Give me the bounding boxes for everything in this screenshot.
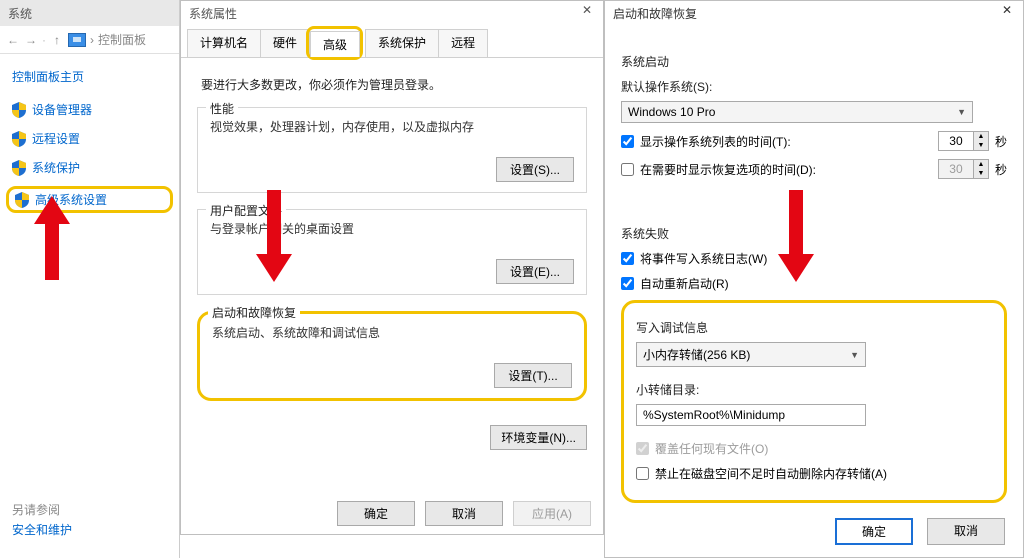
debug-info-label: 写入调试信息 (636, 319, 992, 336)
sidebar-item-remote[interactable]: 远程设置 (12, 130, 167, 147)
show-recovery-label: 在需要时显示恢复选项的时间(D): (640, 161, 932, 178)
show-os-list-label: 显示操作系统列表的时间(T): (640, 133, 932, 150)
dialog-body: 要进行大多数更改，你必须作为管理员登录。 性能 视觉效果，处理器计划，内存使用，… (181, 58, 603, 425)
up-icon[interactable]: ↑ (50, 33, 64, 47)
seconds-label: 秒 (995, 133, 1007, 150)
select-value: 小内存转储(256 KB) (643, 346, 750, 363)
dialog-title: 启动和故障恢复 (605, 1, 1023, 25)
spinner-up-icon: ▲ (974, 160, 988, 169)
startup-recovery-dialog: 启动和故障恢复 ✕ 系统启动 默认操作系统(S): Windows 10 Pro… (604, 0, 1024, 558)
forward-icon[interactable]: → (24, 33, 38, 47)
auto-restart-label: 自动重新启动(R) (640, 275, 729, 292)
dialog-title: 系统属性 (181, 1, 603, 25)
recovery-time-spinner: ▲▼ (938, 159, 989, 179)
tab-computer-name[interactable]: 计算机名 (187, 29, 261, 57)
cancel-button[interactable]: 取消 (927, 518, 1005, 545)
spinner-down-icon[interactable]: ▼ (974, 141, 988, 150)
control-panel-home-link[interactable]: 控制面板主页 (12, 68, 167, 85)
sidebar-item-protection[interactable]: 系统保护 (12, 159, 167, 176)
sidebar-label: 系统保护 (32, 159, 80, 176)
disable-auto-del-checkbox[interactable] (636, 467, 649, 480)
spinner-down-icon: ▼ (974, 169, 988, 178)
annotation-arrow-down (778, 190, 814, 285)
write-event-checkbox[interactable] (621, 252, 634, 265)
spinner-up-icon[interactable]: ▲ (974, 132, 988, 141)
tab-hardware[interactable]: 硬件 (260, 29, 310, 57)
group-desc: 视觉效果，处理器计划，内存使用，以及虚拟内存 (210, 118, 574, 135)
see-also-label: 另请参阅 (12, 501, 60, 518)
dialog-footer: 确定 取消 应用(A) (337, 501, 591, 526)
dialog-footer: 确定 取消 (835, 518, 1005, 545)
tab-protection[interactable]: 系统保护 (365, 29, 439, 57)
highlight-advanced: 高级系统设置 (6, 186, 173, 213)
shield-icon (12, 160, 26, 176)
select-value: Windows 10 Pro (628, 105, 715, 119)
system-window: 系统 ← → · ↑ › 控制面板 控制面板主页 设备管理器 远程设置 系统保护… (0, 0, 180, 558)
title-text: 系统 (8, 5, 32, 22)
close-icon[interactable]: ✕ (577, 3, 597, 21)
settings-startup-button[interactable]: 设置(T)... (494, 363, 572, 388)
security-maintenance-link[interactable]: 安全和维护 (12, 521, 72, 538)
highlight-tab-advanced: 高级 (306, 26, 363, 60)
os-list-time-spinner[interactable]: ▲▼ (938, 131, 989, 151)
show-os-list-checkbox[interactable] (621, 135, 634, 148)
dump-dir-input[interactable] (636, 404, 866, 426)
apply-button: 应用(A) (513, 501, 591, 526)
group-debug-info: 写入调试信息 小内存转储(256 KB) ▼ 小转储目录: 覆盖任何现有文件(O… (621, 300, 1007, 503)
shield-icon (15, 192, 29, 208)
tab-advanced[interactable]: 高级 (310, 31, 360, 57)
group-startup-recovery: 启动和故障恢复 系统启动、系统故障和调试信息 设置(T)... (197, 311, 587, 401)
window-title: 系统 (0, 0, 179, 26)
ok-button[interactable]: 确定 (835, 518, 913, 545)
debug-info-select[interactable]: 小内存转储(256 KB) ▼ (636, 342, 866, 367)
nav-bar: ← → · ↑ › 控制面板 (0, 26, 179, 54)
group-desc: 系统启动、系统故障和调试信息 (212, 324, 572, 341)
annotation-arrow-up (34, 196, 70, 280)
default-os-select[interactable]: Windows 10 Pro ▼ (621, 101, 973, 123)
overwrite-label: 覆盖任何现有文件(O) (655, 440, 768, 457)
auto-restart-checkbox[interactable] (621, 277, 634, 290)
env-vars-button[interactable]: 环境变量(N)... (490, 425, 587, 450)
sidebar-label: 设备管理器 (32, 101, 92, 118)
spinner-value (939, 160, 973, 178)
disable-auto-del-label: 禁止在磁盘空间不足时自动删除内存转储(A) (655, 465, 887, 482)
dialog-body: 系统启动 默认操作系统(S): Windows 10 Pro ▼ 显示操作系统列… (605, 25, 1023, 511)
system-properties-dialog: 系统属性 ✕ 计算机名 硬件 高级 系统保护 远程 要进行大多数更改，你必须作为… (180, 0, 604, 535)
overwrite-checkbox (636, 442, 649, 455)
group-label: 启动和故障恢复 (208, 304, 300, 321)
dump-dir-label: 小转储目录: (636, 381, 992, 398)
shield-icon (12, 131, 26, 147)
group-performance: 性能 视觉效果，处理器计划，内存使用，以及虚拟内存 设置(S)... (197, 107, 587, 193)
cancel-button[interactable]: 取消 (425, 501, 503, 526)
sidebar-item-device-manager[interactable]: 设备管理器 (12, 101, 167, 118)
back-icon[interactable]: ← (6, 33, 20, 47)
sidebar-label: 远程设置 (32, 130, 80, 147)
close-icon[interactable]: ✕ (997, 3, 1017, 21)
section-startup: 系统启动 (621, 53, 1007, 70)
breadcrumb[interactable]: 控制面板 (98, 31, 146, 48)
ok-button[interactable]: 确定 (337, 501, 415, 526)
section-failure: 系统失败 (621, 225, 1007, 242)
chevron-down-icon: ▼ (957, 107, 966, 117)
shield-icon (12, 102, 26, 118)
group-label: 性能 (206, 100, 238, 117)
spinner-value[interactable] (939, 132, 973, 150)
show-recovery-checkbox[interactable] (621, 163, 634, 176)
seconds-label: 秒 (995, 161, 1007, 178)
write-event-label: 将事件写入系统日志(W) (640, 250, 767, 267)
settings-performance-button[interactable]: 设置(S)... (496, 157, 574, 182)
admin-hint: 要进行大多数更改，你必须作为管理员登录。 (201, 76, 587, 93)
tabs: 计算机名 硬件 高级 系统保护 远程 (181, 25, 603, 58)
tab-remote[interactable]: 远程 (438, 29, 488, 57)
default-os-label: 默认操作系统(S): (621, 78, 1007, 95)
chevron-down-icon: ▼ (850, 350, 859, 360)
monitor-icon (68, 33, 86, 47)
settings-userprofiles-button[interactable]: 设置(E)... (496, 259, 574, 284)
annotation-arrow-down (256, 190, 292, 285)
left-sidebar: 控制面板主页 设备管理器 远程设置 系统保护 高级系统设置 (0, 54, 179, 237)
